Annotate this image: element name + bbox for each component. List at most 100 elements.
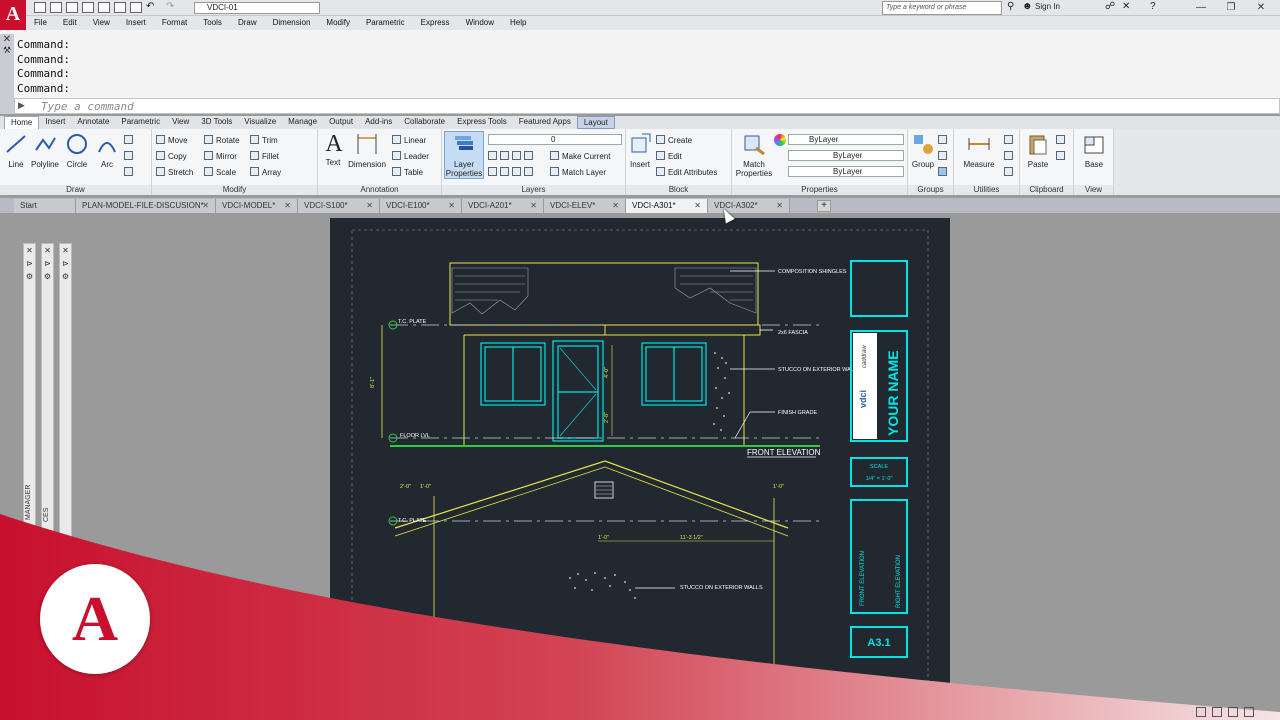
make-current-button[interactable]: Make Current xyxy=(550,151,610,162)
move-button[interactable]: Move xyxy=(156,135,188,146)
palette-strip-2[interactable]: ✕ ⊳ ⚙ xyxy=(41,243,54,543)
help-icon[interactable]: ? xyxy=(1150,1,1156,12)
ribbon-tab-annotate[interactable]: Annotate xyxy=(71,116,115,129)
menu-item-file[interactable]: File xyxy=(26,16,55,30)
menu-item-insert[interactable]: Insert xyxy=(118,16,154,30)
menu-item-format[interactable]: Format xyxy=(154,16,195,30)
copy-clip-icon[interactable] xyxy=(1056,151,1068,162)
application-menu-logo[interactable]: A xyxy=(0,0,26,30)
clipboard-panel-title[interactable]: Clipboard xyxy=(1020,185,1073,195)
ribbon-tab-manage[interactable]: Manage xyxy=(282,116,323,129)
cart-icon[interactable]: ☍ xyxy=(1105,1,1115,12)
close-icon[interactable]: ✕ xyxy=(530,199,537,213)
ungroup-icon[interactable] xyxy=(938,135,950,146)
close-icon[interactable]: ✕ xyxy=(694,199,701,213)
layer-tools-row-2[interactable] xyxy=(488,167,536,178)
measure-button[interactable]: Measure xyxy=(960,132,998,169)
ribbon-tab-view[interactable]: View xyxy=(166,116,195,129)
user-icon[interactable]: ☻ xyxy=(1022,1,1033,12)
line-button[interactable]: Line xyxy=(4,132,28,169)
properties-panel-title[interactable]: Properties xyxy=(732,185,907,195)
edit-attributes-button[interactable]: Edit Attributes xyxy=(656,167,717,178)
gradient-icon[interactable] xyxy=(124,167,136,178)
close-icon[interactable]: ✕ xyxy=(284,199,291,213)
block-panel-title[interactable]: Block xyxy=(626,185,731,195)
menu-item-help[interactable]: Help xyxy=(502,16,534,30)
calculator-icon[interactable] xyxy=(1004,167,1016,178)
close-icon[interactable]: ✕ xyxy=(776,199,783,213)
menu-item-window[interactable]: Window xyxy=(458,16,502,30)
doc-tab-vdci-a201[interactable]: VDCI-A201* ✕ xyxy=(462,199,544,213)
doc-tab-vdci-s100[interactable]: VDCI-S100* ✕ xyxy=(298,199,380,213)
doc-tab-vdci-elev[interactable]: VDCI-ELEV* ✕ xyxy=(544,199,626,213)
close-icon[interactable]: ✕ xyxy=(1250,0,1272,16)
ribbon-tab-express-tools[interactable]: Express Tools xyxy=(451,116,513,129)
group-button[interactable]: Group xyxy=(910,132,936,169)
match-properties-button[interactable]: Match Properties xyxy=(734,132,774,178)
sign-in-button[interactable]: Sign In xyxy=(1035,2,1060,11)
arc-button[interactable]: Arc xyxy=(94,132,120,169)
copy-button[interactable]: Copy xyxy=(156,151,187,162)
menu-item-modify[interactable]: Modify xyxy=(318,16,358,30)
redo-icon[interactable]: ↷ xyxy=(166,2,178,13)
command-input[interactable]: ▶ Type a command xyxy=(14,98,1280,114)
linear-button[interactable]: Linear xyxy=(392,135,426,146)
annotation-panel-title[interactable]: Annotation xyxy=(318,185,441,195)
modify-panel-title[interactable]: Modify xyxy=(152,185,317,195)
color-select[interactable]: ByLayer xyxy=(788,134,904,145)
fillet-button[interactable]: Fillet xyxy=(250,151,279,162)
layer-select[interactable]: 0 xyxy=(488,134,622,145)
open-web-icon[interactable] xyxy=(98,2,110,13)
doc-tab-vdci-a301[interactable]: VDCI-A301* ✕ xyxy=(626,199,708,213)
insert-block-button[interactable]: Insert xyxy=(628,132,652,169)
ribbon-tab-layout[interactable]: Layout xyxy=(576,116,615,129)
utilities-panel-title[interactable]: Utilities xyxy=(954,185,1019,195)
exchange-icon[interactable]: ✕ xyxy=(1122,1,1130,12)
menu-item-tools[interactable]: Tools xyxy=(195,16,230,30)
table-button[interactable]: Table xyxy=(392,167,423,178)
polyline-button[interactable]: Polyline xyxy=(28,132,62,169)
menu-item-draw[interactable]: Draw xyxy=(230,16,265,30)
ribbon-tab-visualize[interactable]: Visualize xyxy=(238,116,282,129)
menu-item-edit[interactable]: Edit xyxy=(55,16,85,30)
search-input[interactable]: Type a keyword or phrase xyxy=(882,1,1002,15)
menu-item-parametric[interactable]: Parametric xyxy=(358,16,413,30)
scale-button[interactable]: Scale xyxy=(204,167,236,178)
rotate-button[interactable]: Rotate xyxy=(204,135,240,146)
hatch-icon[interactable] xyxy=(124,151,136,162)
doc-tab-plan-model-file-discusion[interactable]: PLAN-MODEL-FILE-DISCUSION* ✕ xyxy=(76,199,216,213)
open-icon[interactable] xyxy=(50,2,62,13)
leader-button[interactable]: Leader xyxy=(392,151,429,162)
paste-button[interactable]: Paste xyxy=(1024,132,1052,169)
save-icon[interactable] xyxy=(66,2,78,13)
rectangle-icon[interactable] xyxy=(124,135,136,146)
layer-properties-button[interactable]: Layer Properties xyxy=(444,131,484,179)
lineweight-select[interactable]: ByLayer xyxy=(788,166,904,177)
wrench-icon[interactable]: ⚒ xyxy=(0,45,14,56)
ribbon-tab-add-ins[interactable]: Add-ins xyxy=(359,116,398,129)
ribbon-tab-3d-tools[interactable]: 3D Tools xyxy=(195,116,238,129)
match-layer-button[interactable]: Match Layer xyxy=(550,167,606,178)
new-icon[interactable] xyxy=(34,2,46,13)
view-panel-title[interactable]: View xyxy=(1074,185,1113,195)
text-button[interactable]: A Text xyxy=(322,132,344,167)
menu-item-view[interactable]: View xyxy=(85,16,118,30)
ribbon-tab-insert[interactable]: Insert xyxy=(39,116,71,129)
close-icon[interactable]: ✕ xyxy=(366,199,373,213)
select-all-icon[interactable] xyxy=(1004,151,1016,162)
close-icon[interactable]: ✕ xyxy=(202,199,209,213)
ribbon-tab-parametric[interactable]: Parametric xyxy=(115,116,166,129)
group-edit-icon[interactable] xyxy=(938,151,950,162)
doc-tab-vdci-model[interactable]: VDCI-MODEL* ✕ xyxy=(216,199,298,213)
command-line-grip[interactable]: ✕ ⚒ xyxy=(0,34,14,114)
save-as-icon[interactable] xyxy=(82,2,94,13)
restore-icon[interactable]: ❐ xyxy=(1220,0,1242,16)
edit-block-button[interactable]: Edit xyxy=(656,151,682,162)
create-block-button[interactable]: Create xyxy=(656,135,692,146)
layout-sheet[interactable]: T.C. PLATE FLOOR LVL 8'-1" 4'-0" 2'-8" C… xyxy=(330,218,950,720)
new-tab-button[interactable]: + xyxy=(817,200,831,212)
linetype-select[interactable]: ByLayer xyxy=(788,150,904,161)
plot-icon[interactable] xyxy=(130,2,142,13)
workspace-select[interactable]: VDCI-01 xyxy=(194,2,320,14)
quick-select-icon[interactable] xyxy=(1004,135,1016,146)
